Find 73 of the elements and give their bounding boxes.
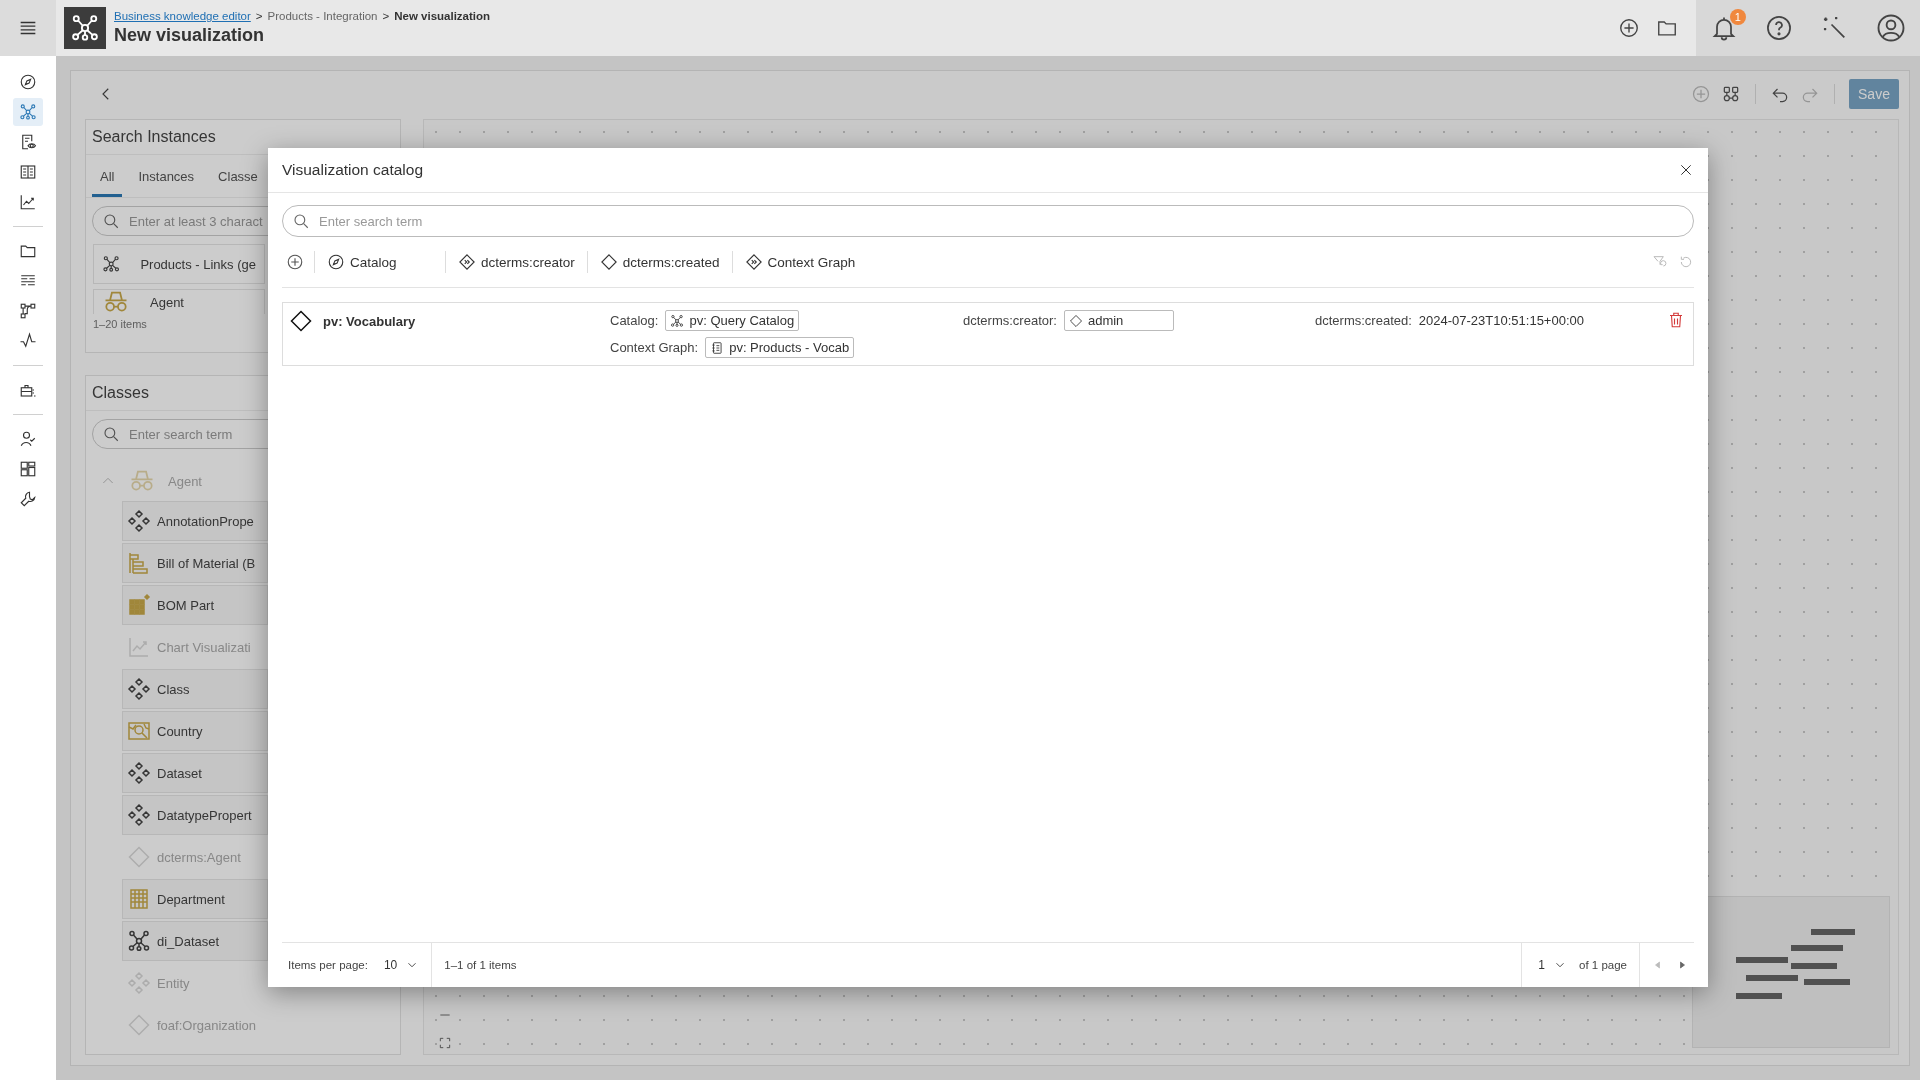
minimap[interactable] [1692, 896, 1890, 1048]
chart-icon [19, 193, 37, 211]
add-icon[interactable] [286, 253, 304, 271]
breadcrumb-separator: > [382, 10, 390, 22]
wrench-icon [19, 490, 37, 508]
grid-icon [127, 593, 151, 617]
diamonds-icon [127, 761, 151, 785]
tab[interactable]: Instances [130, 161, 203, 197]
column-header[interactable]: Context Graph [742, 253, 858, 271]
book-icon [19, 163, 37, 181]
diamond-arrows-icon [458, 253, 476, 271]
field-value: 2024-07-23T10:51:15+00:00 [1418, 313, 1584, 328]
diamond-icon [289, 309, 313, 333]
notification-badge: 1 [1729, 9, 1746, 25]
map-icon [127, 719, 151, 743]
tab[interactable]: Classe [210, 161, 266, 197]
close-icon[interactable] [1678, 162, 1694, 178]
page-count: of 1 page [1579, 959, 1627, 971]
dashboard-icon [19, 460, 37, 478]
add-icon[interactable] [1618, 17, 1640, 39]
breadcrumb-link[interactable]: Business knowledge editor [114, 10, 251, 22]
resource-chip[interactable]: pv: Query Catalog [665, 310, 800, 331]
range-text: 1–1 of 1 items [444, 959, 517, 971]
diamonds-icon [127, 509, 151, 533]
document-eye-icon [19, 133, 37, 151]
network-icon [670, 313, 685, 328]
resource-chip[interactable]: pv: Products - Vocab [705, 337, 855, 358]
app-logo[interactable] [64, 7, 106, 49]
fullscreen-icon[interactable] [438, 1036, 452, 1050]
page-select[interactable]: 1 [1538, 958, 1568, 972]
field-label: Context Graph: [610, 340, 699, 355]
network-icon [19, 103, 37, 121]
dialog-title: Visualization catalog [282, 161, 424, 179]
field-label: dcterms:creator: [963, 313, 1057, 328]
diamond-icon [599, 253, 618, 271]
user-icon[interactable] [1876, 13, 1907, 43]
page-size-select[interactable]: 10 [383, 958, 420, 972]
diamond-arrows-icon [744, 253, 763, 271]
item-count: 1–20 items [93, 318, 147, 330]
hierarchy-icon [127, 551, 151, 575]
notebook-icon [710, 340, 725, 355]
folder-icon [19, 242, 37, 260]
pulse-icon [19, 332, 37, 350]
tab[interactable]: All [92, 161, 123, 197]
flow-icon [19, 302, 37, 320]
diamonds-icon [127, 803, 151, 827]
column-header[interactable]: dcterms:created [597, 253, 722, 271]
network-icon [127, 929, 151, 953]
breadcrumb-separator: > [255, 10, 263, 22]
help-icon[interactable] [1765, 14, 1794, 42]
result-item[interactable]: Agent [93, 289, 265, 314]
layout-icon[interactable] [1721, 84, 1741, 104]
breadcrumb-item[interactable]: Products - Integration [267, 10, 378, 22]
resource-chip[interactable]: admin [1063, 310, 1174, 331]
result-title: pv: Vocabulary [323, 313, 416, 329]
compass-icon [19, 73, 37, 91]
diamond-icon [1068, 313, 1083, 328]
field-label: dcterms:created: [1315, 313, 1412, 328]
breadcrumb-current: New visualization [394, 10, 491, 22]
table-icon [127, 887, 151, 911]
column-header[interactable]: dcterms:creator [456, 253, 577, 271]
result-item[interactable]: Products - Links (ge [93, 244, 265, 284]
field-label: Catalog: [610, 313, 659, 328]
result-card[interactable]: pv: Vocabulary Catalog: pv: Query Catalog dcterms:creator: admin dcterms:created: 2024-07-23T10:51:15+00:00 Context Graph: pv: Products - Vocab [282, 302, 1694, 366]
diamonds-icon [127, 677, 151, 701]
network-icon [70, 13, 100, 43]
items-per-page-label: Items per page: [288, 959, 368, 971]
search-field[interactable]: Enter search term [282, 205, 1694, 237]
column-header[interactable]: Catalog [325, 253, 435, 271]
user-check-icon [19, 430, 37, 448]
page-title: New visualization [114, 25, 266, 46]
delete-icon[interactable] [1667, 311, 1685, 329]
compass-icon [327, 253, 345, 271]
